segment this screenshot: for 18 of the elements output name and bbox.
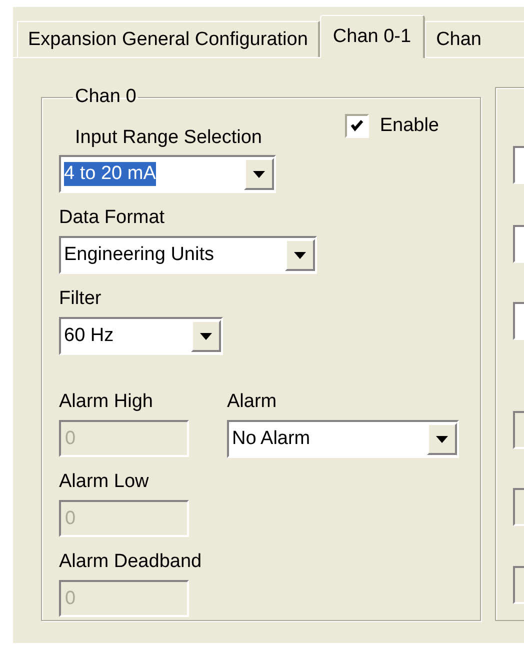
checkbox[interactable] bbox=[344, 114, 369, 138]
field-label: Alarm Deadband bbox=[59, 551, 203, 573]
field-label: Alarm High bbox=[59, 391, 154, 413]
tab[interactable]: Chan 0-1 bbox=[320, 15, 426, 58]
field-label: Alarm bbox=[227, 391, 278, 413]
field-label: Input Range Selection bbox=[75, 127, 263, 149]
check-icon bbox=[350, 119, 364, 133]
group-title: Chan 0 bbox=[74, 87, 138, 107]
field-label: Alarm Low bbox=[59, 471, 150, 493]
field-label: Filter bbox=[59, 288, 102, 310]
dropdown[interactable]: 4 to 20 mA bbox=[59, 155, 276, 193]
dropdown[interactable]: Engineering Units bbox=[59, 236, 317, 274]
enable-checkbox[interactable]: Enable bbox=[344, 114, 439, 138]
tab[interactable]: Chan bbox=[425, 21, 524, 57]
dropdown[interactable]: No Alarm bbox=[227, 420, 459, 458]
field-label: Data Format bbox=[59, 207, 166, 229]
dropdown[interactable]: 60 Hz bbox=[59, 317, 223, 355]
tab[interactable]: Expansion General Configuration bbox=[17, 21, 320, 57]
